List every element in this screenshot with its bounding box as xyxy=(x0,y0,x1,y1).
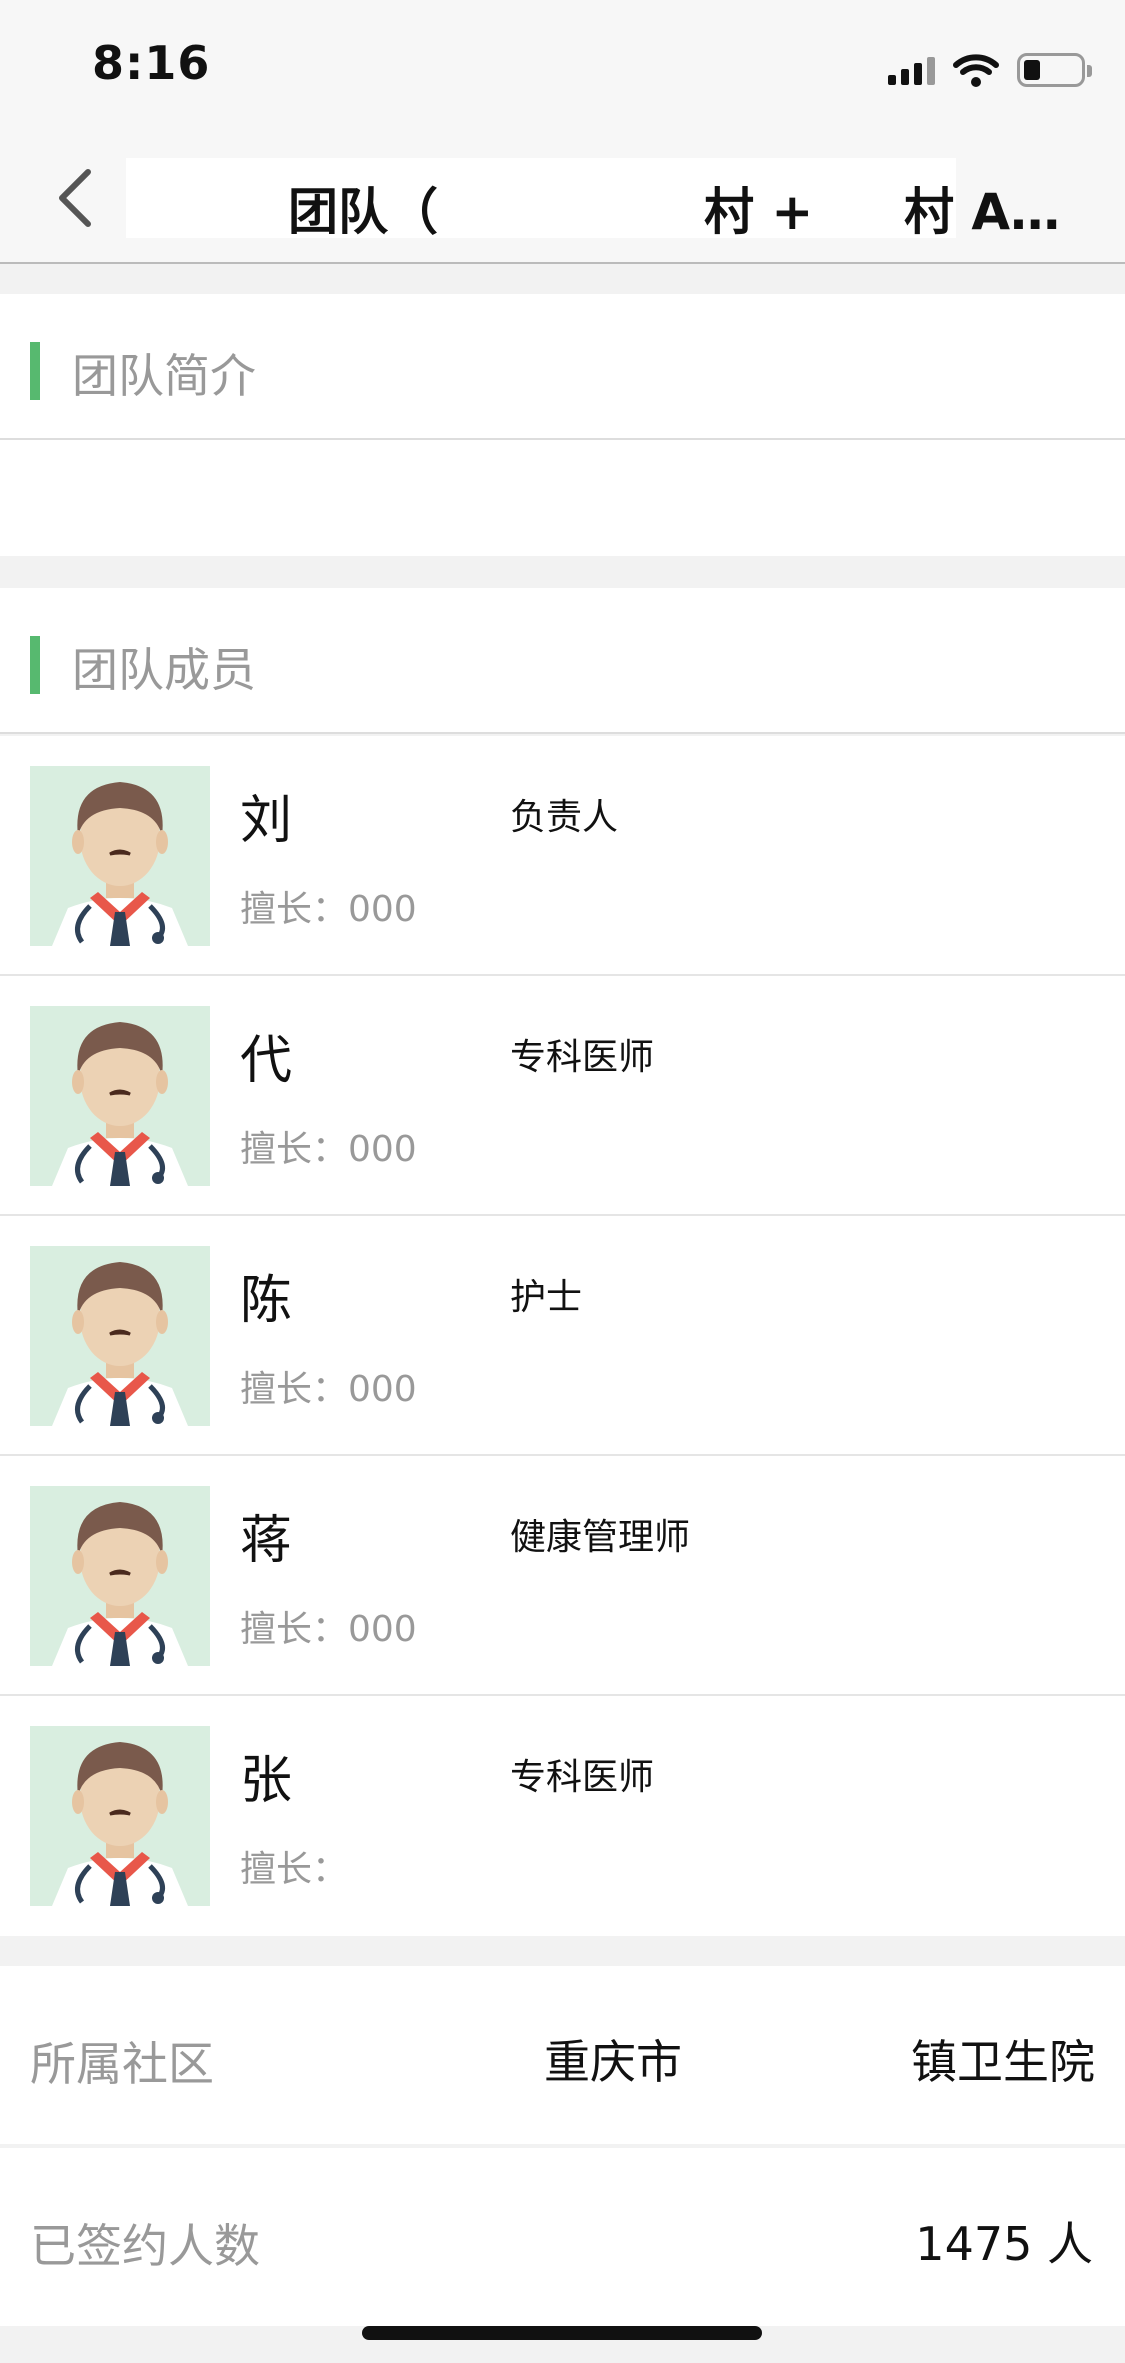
member-row[interactable]: 陈 护士 擅长：000 xyxy=(0,1216,1125,1456)
battery-icon xyxy=(1017,53,1092,87)
doctor-avatar xyxy=(30,1246,210,1426)
member-name: 蒋 xyxy=(240,1511,293,1571)
members-title: 团队成员 xyxy=(72,643,256,697)
intro-header: 团队简介 xyxy=(0,294,1125,440)
wifi-icon xyxy=(953,54,999,87)
doctor-avatar xyxy=(30,766,210,946)
member-name: 刘 xyxy=(240,791,293,851)
community-row: 所属社区 重庆市 镇卫生院 xyxy=(0,1966,1125,2144)
status-bar: 8:16 xyxy=(0,0,1125,132)
member-name: 张 xyxy=(240,1751,293,1811)
back-button[interactable] xyxy=(36,160,112,236)
member-role: 健康管理师 xyxy=(510,1517,691,1558)
member-skill: 擅长： xyxy=(240,1849,349,1890)
member-row[interactable]: 代 专科医师 擅长：000 xyxy=(0,976,1125,1216)
title-part-2: 村 + xyxy=(704,183,814,241)
signed-label: 已签约人数 xyxy=(30,2219,260,2273)
title-part-1: 团队（ xyxy=(288,183,438,241)
signed-count-row: 已签约人数 1475 人 xyxy=(0,2148,1125,2326)
member-skill: 擅长：000 xyxy=(240,1369,417,1410)
doctor-avatar xyxy=(30,1486,210,1666)
member-skill: 擅长：000 xyxy=(240,889,417,930)
member-name: 陈 xyxy=(240,1271,293,1331)
section-accent-bar xyxy=(30,342,40,400)
member-skill: 擅长：000 xyxy=(240,1129,417,1170)
doctor-avatar xyxy=(30,1726,210,1906)
chevron-left-icon xyxy=(59,169,91,227)
member-name: 代 xyxy=(240,1031,293,1091)
member-row[interactable]: 刘 负责人 擅长：000 xyxy=(0,736,1125,976)
home-indicator[interactable] xyxy=(362,2326,762,2340)
title-part-3: 村 A… xyxy=(904,183,1061,241)
intro-body xyxy=(0,440,1125,556)
signed-value: 1475 人 xyxy=(915,2217,1093,2271)
intro-title: 团队简介 xyxy=(72,349,256,403)
doctor-avatar xyxy=(30,1006,210,1186)
member-role: 专科医师 xyxy=(510,1757,655,1798)
member-role: 专科医师 xyxy=(510,1037,655,1078)
member-role: 负责人 xyxy=(510,797,619,838)
member-row[interactable]: 蒋 健康管理师 擅长：000 xyxy=(0,1456,1125,1696)
status-time: 8:16 xyxy=(92,36,211,90)
community-value-city: 重庆市 xyxy=(544,2035,682,2089)
member-role: 护士 xyxy=(510,1277,583,1318)
redaction-block xyxy=(126,158,956,238)
community-label: 所属社区 xyxy=(30,2037,214,2091)
page-title: 团队（ 村 + 村 A… xyxy=(126,150,1076,246)
section-accent-bar xyxy=(30,636,40,694)
nav-bar: 团队（ 村 + 村 A… xyxy=(0,132,1125,264)
member-row[interactable]: 张 专科医师 擅长： xyxy=(0,1696,1125,1936)
members-header: 团队成员 xyxy=(0,588,1125,734)
member-skill: 擅长：000 xyxy=(240,1609,417,1650)
signal-icon xyxy=(888,55,935,85)
status-icons xyxy=(888,48,1092,92)
community-value-hospital: 镇卫生院 xyxy=(911,2035,1095,2089)
